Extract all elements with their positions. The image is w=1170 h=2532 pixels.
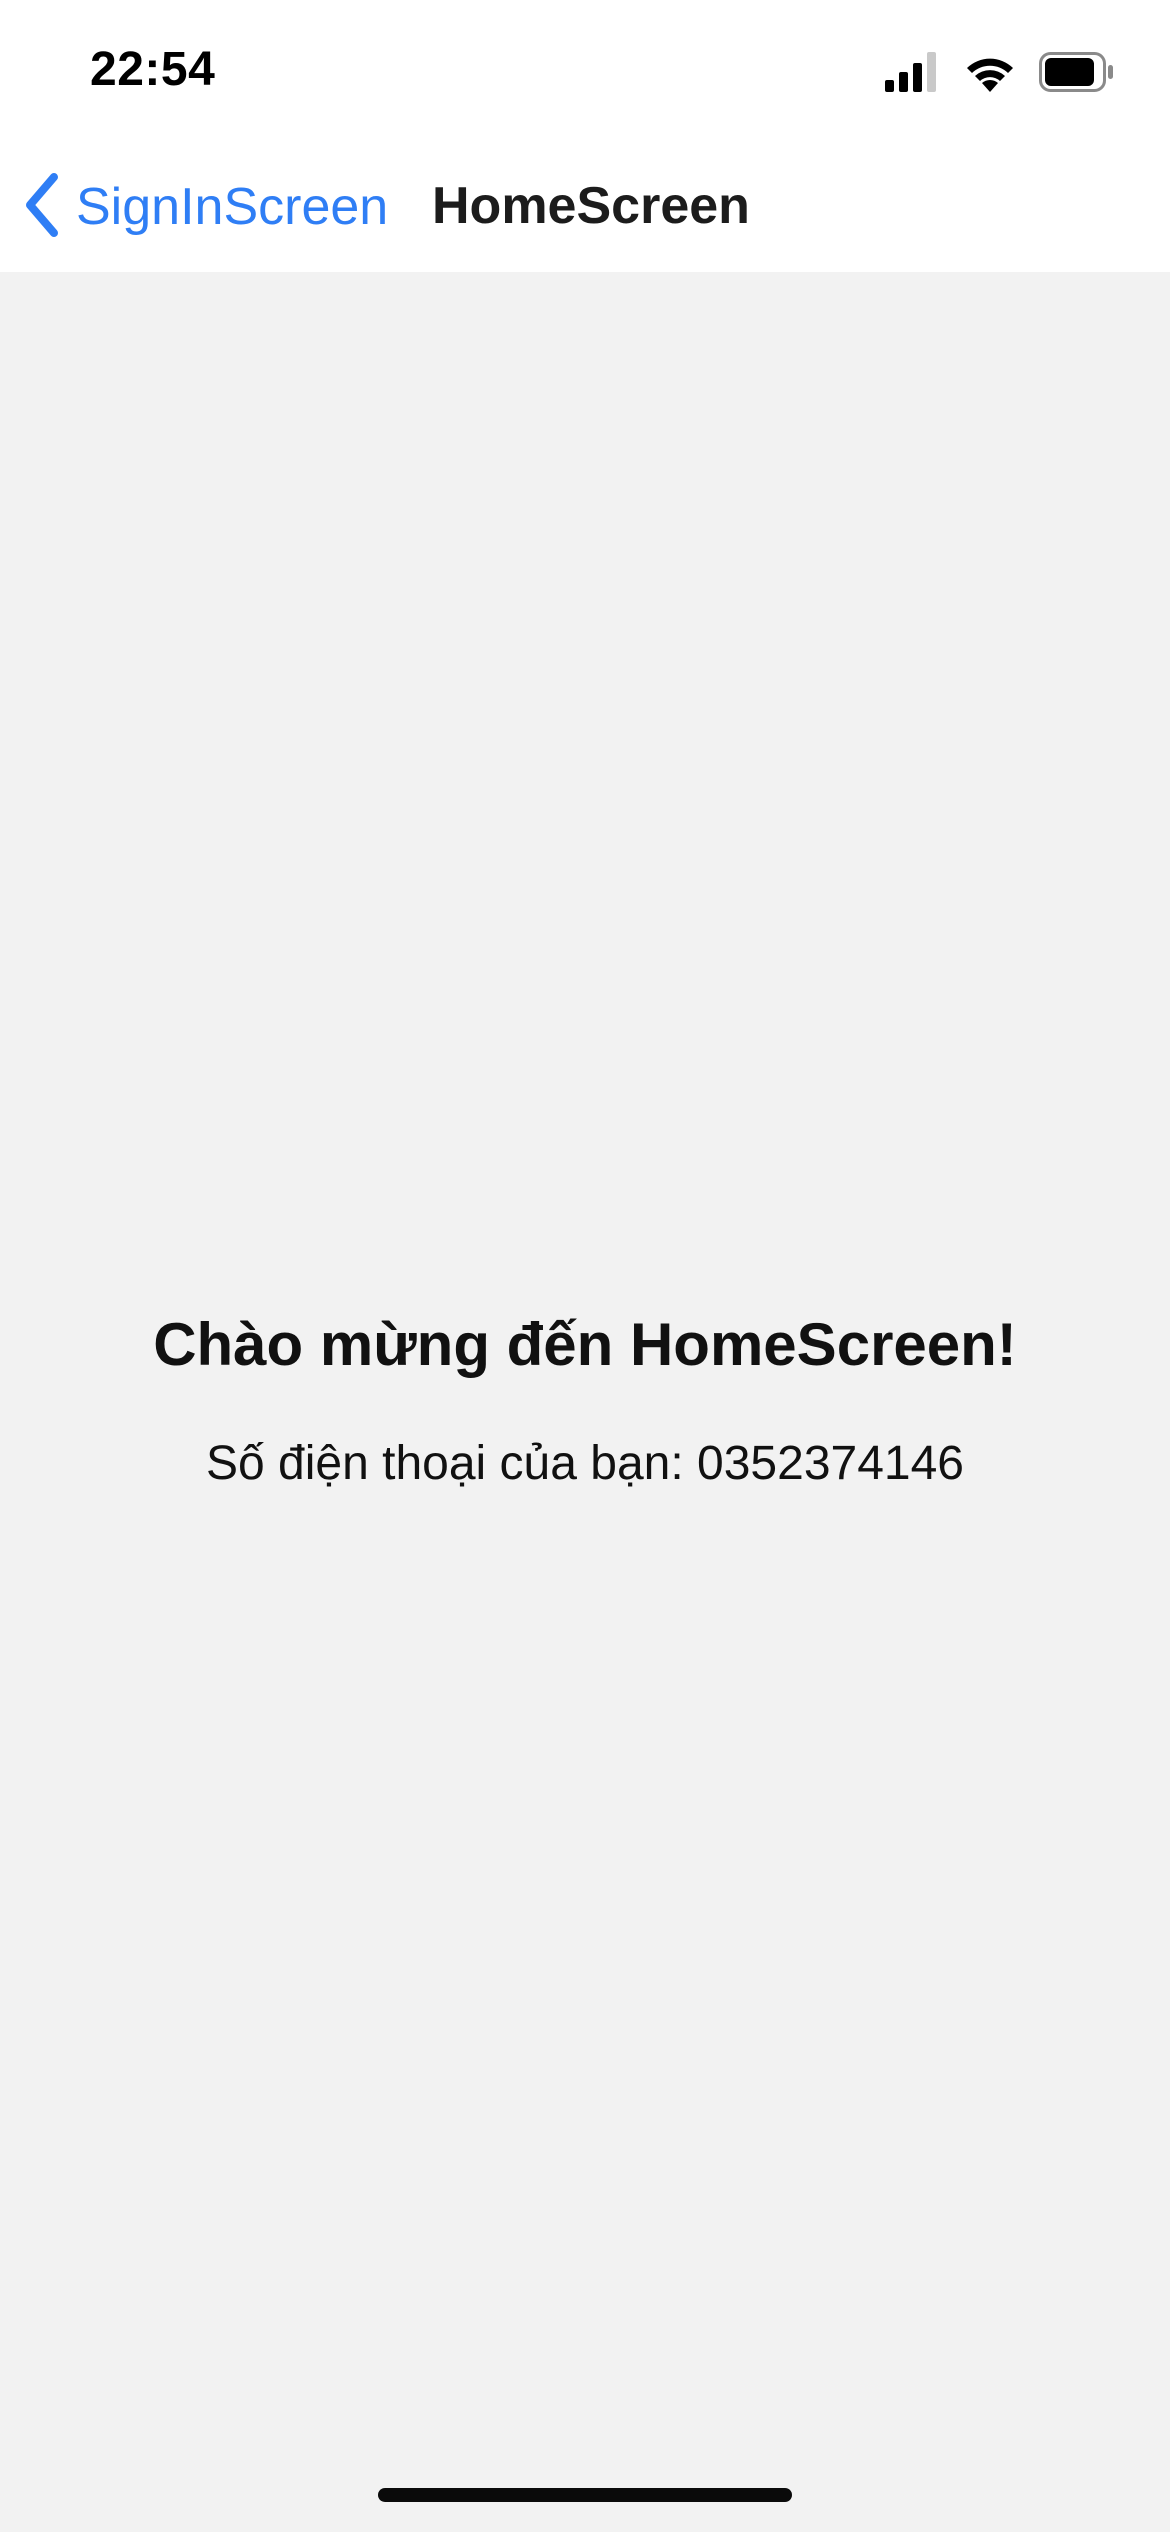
- battery-icon: [1039, 51, 1115, 97]
- home-indicator[interactable]: [378, 2488, 792, 2502]
- cellular-signal-icon: [885, 51, 941, 97]
- status-icons: [885, 51, 1115, 97]
- page-title: HomeScreen: [432, 177, 750, 235]
- back-button[interactable]: SignInScreen: [22, 172, 388, 242]
- welcome-heading: Chào mừng đến HomeScreen!: [153, 1311, 1017, 1378]
- chevron-left-icon: [22, 172, 62, 242]
- phone-number-text: Số điện thoại của bạn: 0352374146: [206, 1437, 964, 1490]
- status-time: 22:54: [90, 43, 216, 96]
- status-bar: 22:54: [0, 0, 1170, 150]
- back-button-label: SignInScreen: [76, 178, 389, 236]
- wifi-icon: [963, 52, 1017, 97]
- navigation-bar: SignInScreen HomeScreen: [0, 150, 1170, 274]
- main-content: Chào mừng đến HomeScreen! Số điện thoại …: [0, 272, 1170, 2532]
